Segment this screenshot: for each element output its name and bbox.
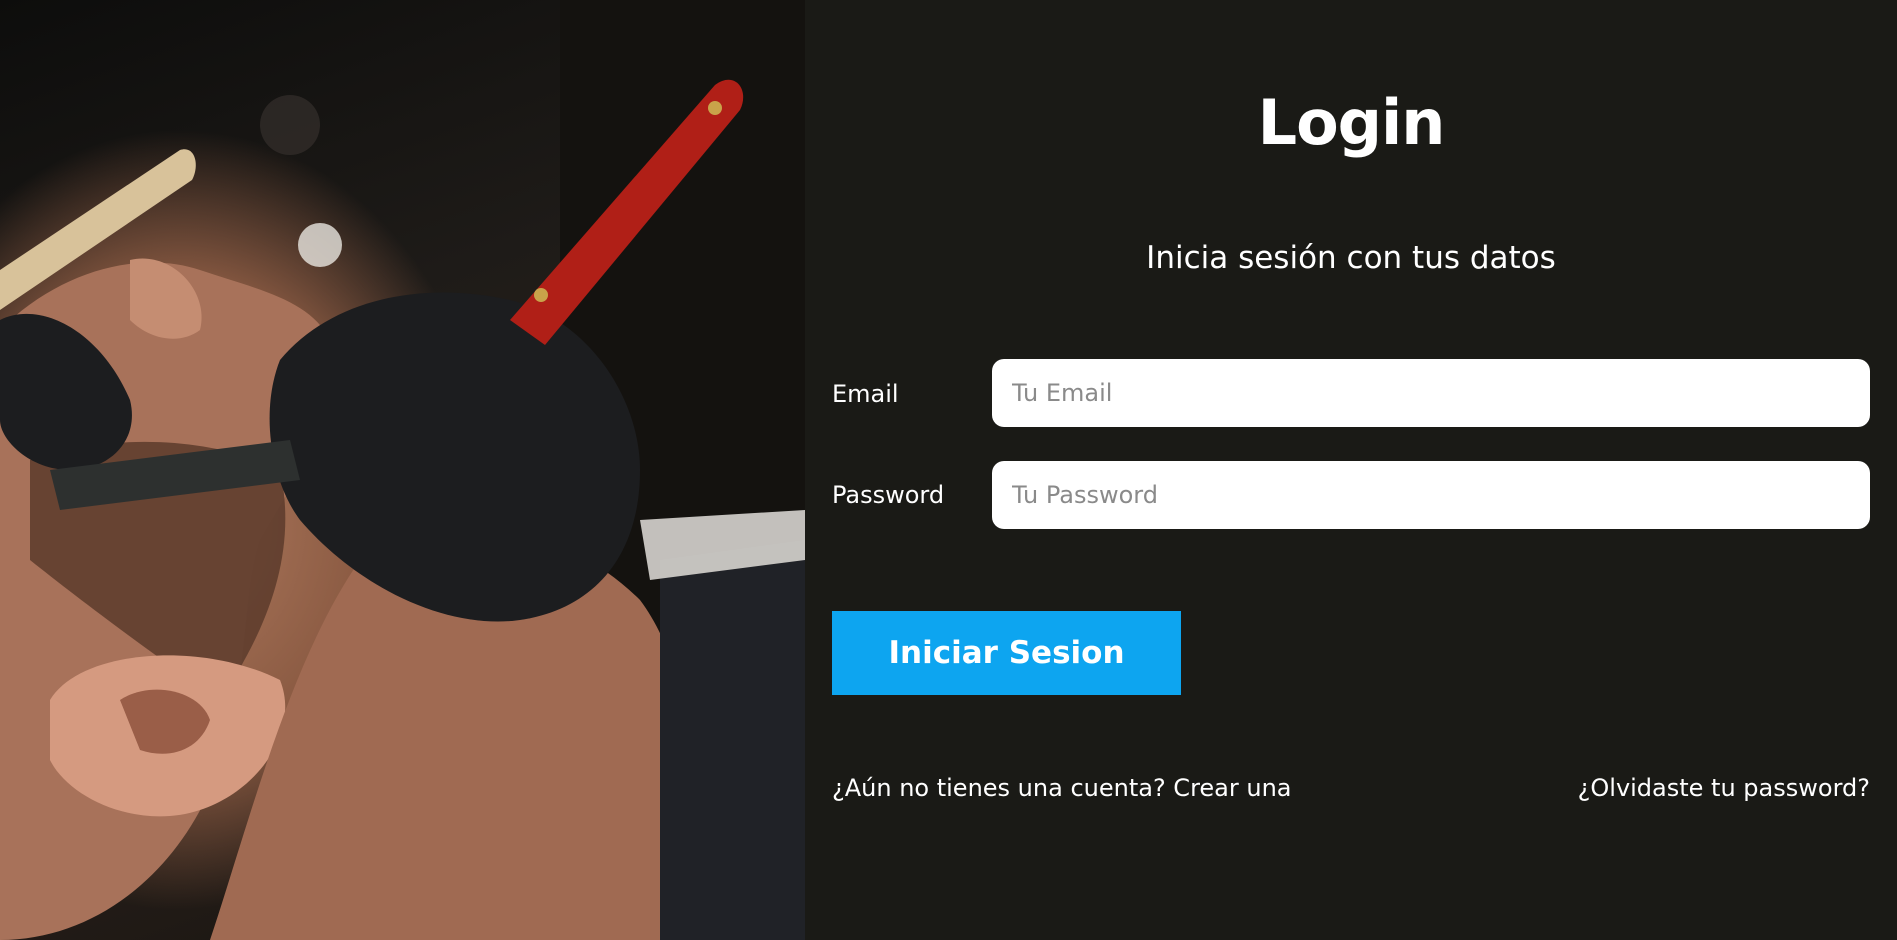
barber-illustration — [0, 0, 805, 940]
page-subtitle: Inicia sesión con tus datos — [1146, 240, 1556, 276]
create-account-link[interactable]: ¿Aún no tienes una cuenta? Crear una — [832, 774, 1292, 802]
password-label: Password — [832, 481, 945, 509]
page-title: Login — [1257, 86, 1446, 159]
password-field[interactable] — [992, 461, 1870, 529]
email-field[interactable] — [992, 359, 1870, 427]
login-page: Login Inicia sesión con tus datos Email … — [0, 0, 1897, 940]
email-label: Email — [832, 380, 899, 408]
barber-photo — [0, 0, 805, 940]
login-panel: Login Inicia sesión con tus datos Email … — [805, 0, 1897, 940]
forgot-password-link[interactable]: ¿Olvidaste tu password? — [1578, 774, 1870, 802]
login-submit-button[interactable]: Iniciar Sesion — [832, 611, 1181, 695]
